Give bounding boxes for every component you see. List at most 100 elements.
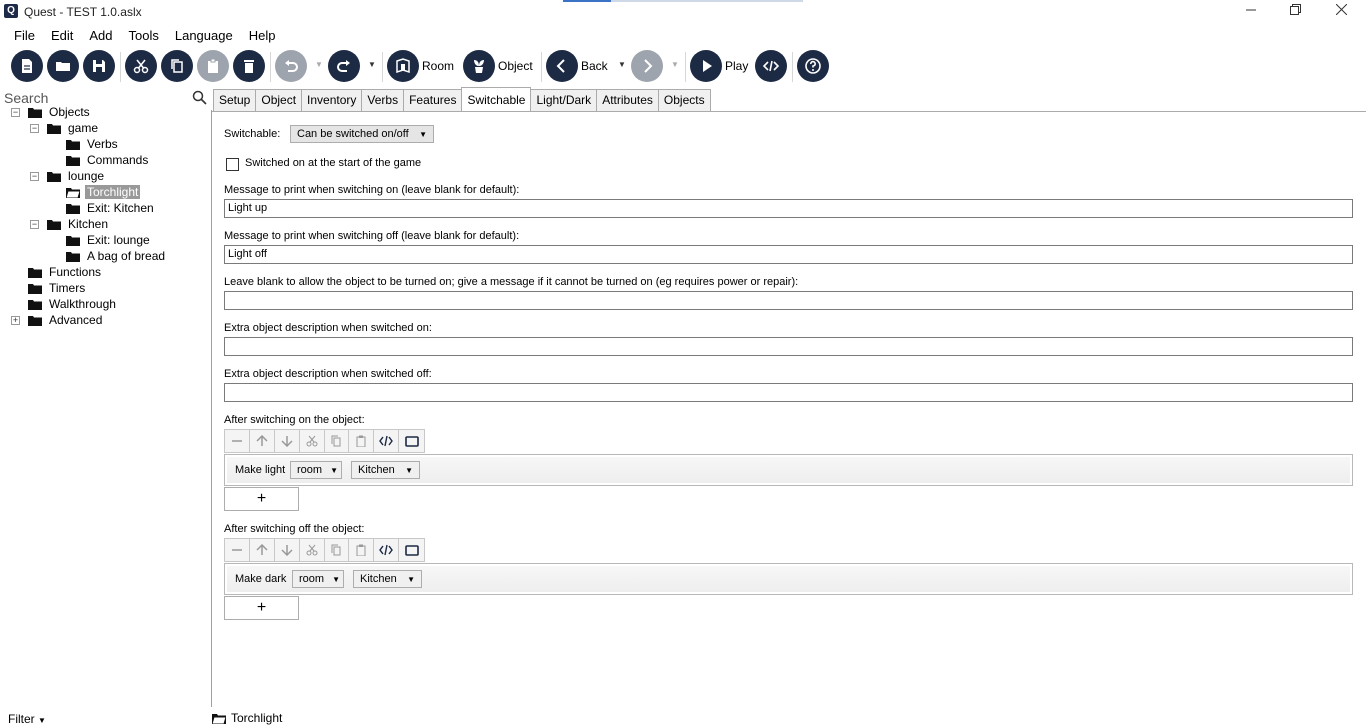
back-button[interactable] xyxy=(546,50,578,82)
tree-item[interactable]: Exit: lounge xyxy=(66,232,152,248)
menu-edit[interactable]: Edit xyxy=(43,28,81,43)
scope-select[interactable]: room ▼ xyxy=(292,570,344,588)
tree-item[interactable]: Commands xyxy=(66,152,150,168)
tree-item-label: Timers xyxy=(49,281,86,295)
help-button[interactable] xyxy=(797,50,829,82)
tree-item[interactable]: A bag of bread xyxy=(66,248,167,264)
msg-off-field[interactable]: Light off xyxy=(224,245,1353,264)
tab-object[interactable]: Object xyxy=(255,89,303,111)
forward-button[interactable] xyxy=(631,50,663,82)
play-label[interactable]: Play xyxy=(725,59,748,73)
popout-button[interactable] xyxy=(399,539,424,561)
menu-tools[interactable]: Tools xyxy=(121,28,167,43)
remove-line-button[interactable] xyxy=(225,430,250,452)
tab-inventory[interactable]: Inventory xyxy=(301,89,363,111)
left-panel: Search − Objects − game Verbs Commands − lounge… xyxy=(0,88,211,726)
collapse-icon[interactable]: − xyxy=(30,220,39,229)
move-up-button[interactable] xyxy=(250,430,275,452)
tab-light-dark[interactable]: Light/Dark xyxy=(530,89,598,111)
restore-button[interactable] xyxy=(1272,0,1318,22)
msg-on-field[interactable]: Light up xyxy=(224,199,1353,218)
new-button[interactable] xyxy=(11,50,43,82)
collapse-icon[interactable]: − xyxy=(30,124,39,133)
play-button[interactable] xyxy=(690,50,722,82)
room-label[interactable]: Room xyxy=(422,59,454,73)
redo-icon xyxy=(337,60,350,72)
popout-button[interactable] xyxy=(399,430,424,452)
object-button[interactable] xyxy=(463,50,495,82)
cut-line-button[interactable] xyxy=(300,430,325,452)
room-button[interactable] xyxy=(387,50,419,82)
redo-dropdown-icon[interactable]: ▼ xyxy=(368,60,376,69)
object-label[interactable]: Object xyxy=(498,59,533,73)
start-on-checkbox[interactable] xyxy=(226,158,239,171)
search-icon[interactable] xyxy=(192,90,208,106)
tree-item[interactable]: + Advanced xyxy=(11,312,104,328)
tree-item[interactable]: Torchlight xyxy=(66,184,141,200)
after-on-label: After switching on the object: xyxy=(224,414,365,426)
script-line[interactable]: Make dark room ▼ Kitchen ▼ xyxy=(227,566,1350,592)
tree-item[interactable]: Timers xyxy=(28,280,87,296)
expand-icon[interactable]: + xyxy=(11,316,20,325)
open-button[interactable] xyxy=(47,50,79,82)
tree-item[interactable]: Verbs xyxy=(66,136,120,152)
collapse-icon[interactable]: − xyxy=(30,172,39,181)
forward-dropdown-icon[interactable]: ▼ xyxy=(671,60,679,69)
menu-help[interactable]: Help xyxy=(241,28,284,43)
code-view-button[interactable] xyxy=(755,50,787,82)
app-icon: Q xyxy=(4,4,18,18)
undo-dropdown-icon[interactable]: ▼ xyxy=(315,60,323,69)
tree-item[interactable]: − lounge xyxy=(30,168,106,184)
folder-icon xyxy=(47,123,61,134)
menu-add[interactable]: Add xyxy=(81,28,120,43)
tab-objects[interactable]: Objects xyxy=(657,89,711,111)
close-button[interactable] xyxy=(1318,0,1364,22)
back-label[interactable]: Back xyxy=(581,59,608,73)
delete-button[interactable] xyxy=(233,50,265,82)
target-select[interactable]: Kitchen ▼ xyxy=(351,461,420,479)
switchable-select[interactable]: Can be switched on/off ▼ xyxy=(290,125,434,143)
save-button[interactable] xyxy=(83,50,115,82)
scope-select[interactable]: room ▼ xyxy=(290,461,342,479)
code-view-button[interactable] xyxy=(374,430,400,452)
tab-switchable[interactable]: Switchable xyxy=(461,87,532,111)
desc-off-field[interactable] xyxy=(224,383,1353,402)
tab-setup[interactable]: Setup xyxy=(213,89,257,111)
back-dropdown-icon[interactable]: ▼ xyxy=(618,60,626,69)
desc-on-field[interactable] xyxy=(224,337,1353,356)
add-script-button[interactable]: + xyxy=(224,596,299,620)
tree-item[interactable]: Walkthrough xyxy=(28,296,118,312)
tab-features[interactable]: Features xyxy=(403,89,463,111)
tree-item[interactable]: Functions xyxy=(28,264,103,280)
tree-item[interactable]: − Kitchen xyxy=(30,216,110,232)
paste-button[interactable] xyxy=(197,50,229,82)
add-script-button[interactable]: + xyxy=(224,487,299,511)
filter-dropdown[interactable]: Filter ▼ xyxy=(8,712,46,726)
cut-line-button[interactable] xyxy=(300,539,325,561)
tree-item[interactable]: Exit: Kitchen xyxy=(66,200,156,216)
tab-verbs[interactable]: Verbs xyxy=(361,89,405,111)
tab-attributes[interactable]: Attributes xyxy=(596,89,659,111)
paste-line-button[interactable] xyxy=(349,430,375,452)
redo-button[interactable] xyxy=(328,50,360,82)
minimize-button[interactable] xyxy=(1228,0,1274,22)
copy-line-button[interactable] xyxy=(325,430,350,452)
move-down-button[interactable] xyxy=(275,539,300,561)
remove-line-button[interactable] xyxy=(225,539,250,561)
script-line[interactable]: Make light room ▼ Kitchen ▼ xyxy=(227,457,1350,483)
undo-button[interactable] xyxy=(275,50,307,82)
menu-language[interactable]: Language xyxy=(167,28,241,43)
code-view-button[interactable] xyxy=(374,539,400,561)
collapse-icon[interactable]: − xyxy=(11,108,20,117)
cut-button[interactable] xyxy=(125,50,157,82)
cannot-on-field[interactable] xyxy=(224,291,1353,310)
tree-item[interactable]: − game xyxy=(30,120,100,136)
paste-line-button[interactable] xyxy=(349,539,375,561)
menu-file[interactable]: File xyxy=(6,28,43,43)
copy-line-button[interactable] xyxy=(325,539,350,561)
tree-item[interactable]: − Objects xyxy=(11,104,92,120)
copy-button[interactable] xyxy=(161,50,193,82)
move-up-button[interactable] xyxy=(250,539,275,561)
target-select[interactable]: Kitchen ▼ xyxy=(353,570,422,588)
move-down-button[interactable] xyxy=(275,430,300,452)
